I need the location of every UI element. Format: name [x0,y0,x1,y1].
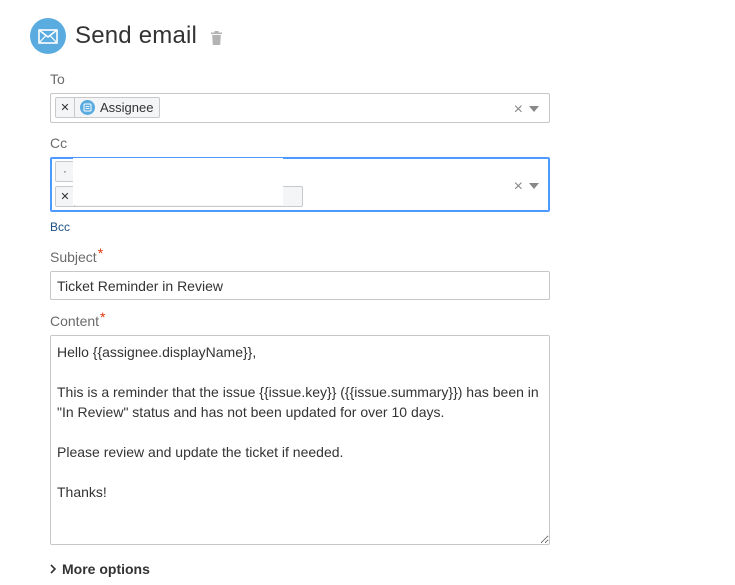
action-header: Send email [30,17,223,55]
required-marker: * [97,245,104,261]
redacted-area [73,158,283,205]
subject-label-text: Subject [50,249,97,265]
to-field[interactable]: ✕ Assignee × [50,93,550,123]
cc-tag: · [55,161,75,182]
envelope-icon [30,18,66,54]
to-label: To [50,71,65,87]
cc-field[interactable]: · ✕ × [50,157,550,212]
remove-tag-button[interactable]: ✕ [56,98,75,117]
cc-dropdown-icon[interactable] [529,183,539,189]
content-label-text: Content [50,313,100,329]
remove-tag-button[interactable]: · [56,162,74,181]
content-textarea[interactable] [50,335,550,545]
more-options-toggle[interactable]: More options [50,561,150,577]
to-tag-assignee: ✕ Assignee [55,97,161,118]
chevron-right-icon [50,564,56,574]
page-title: Send email [75,22,198,49]
trash-icon[interactable] [211,31,223,45]
clear-cc-button[interactable]: × [514,179,523,195]
subject-label: Subject* [50,245,103,265]
to-dropdown-icon[interactable] [529,106,539,112]
content-label: Content* [50,309,106,329]
subject-input[interactable] [50,271,550,300]
cc-label: Cc [50,135,68,151]
bcc-link[interactable]: Bcc [50,220,70,234]
user-field-icon [80,100,95,115]
more-options-label: More options [62,561,150,577]
clear-to-button[interactable]: × [514,102,523,118]
tag-label: Assignee [100,100,154,115]
required-marker: * [100,309,106,325]
